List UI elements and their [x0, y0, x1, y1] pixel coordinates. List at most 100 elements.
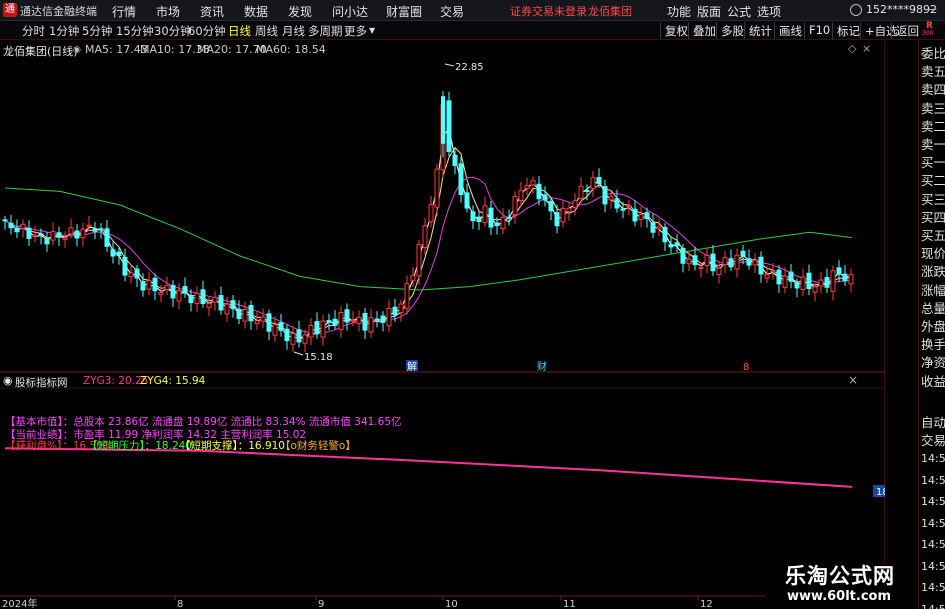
restore-rights-button[interactable]: 复权 [660, 22, 691, 39]
period-tab-more[interactable]: 更多 [344, 23, 367, 39]
menu-item-function[interactable]: 功能 [667, 3, 691, 20]
period-tab-5min[interactable]: 5分钟 [82, 23, 112, 39]
app-logo-icon: 通 [3, 3, 17, 17]
menu-item-data[interactable]: 数据 [244, 3, 268, 20]
event-marker-unlock[interactable]: 解 [407, 360, 417, 373]
candle-up [770, 270, 776, 273]
candle-up [764, 274, 770, 279]
quote-item-8[interactable]: 买三 [921, 189, 945, 208]
quote-item-13[interactable]: 涨幅 [921, 280, 945, 299]
candle-down [110, 249, 116, 257]
candle-down [332, 318, 338, 326]
quote-item-11[interactable]: 现价 [921, 243, 945, 262]
menu-item-news[interactable]: 资讯 [200, 3, 224, 20]
overlay-button[interactable]: 叠加 [688, 22, 719, 39]
menu-item-layout[interactable]: 版面 [697, 3, 721, 20]
back-button[interactable]: 返回 [891, 22, 922, 39]
quote-item-20[interactable]: 交易 [921, 430, 945, 449]
statistics-button[interactable]: 统计 [744, 22, 775, 39]
chart-close-icon[interactable]: × [862, 42, 871, 55]
kline-chart[interactable]: 22.0021.0020.0019.0018.0017.0016.00 23.0… [0, 40, 885, 609]
ma60-legend: MA60: 18.54 [256, 43, 326, 56]
quote-item-12[interactable]: 涨跌 [921, 261, 945, 280]
quote-item-0[interactable]: 委比 [921, 43, 945, 62]
candle-down [441, 96, 445, 144]
mark-button[interactable]: 标记 [832, 22, 863, 39]
quote-item-10[interactable]: 买五 [921, 225, 945, 244]
candle-up [338, 311, 344, 330]
quote-item-1[interactable]: 卖五 [921, 61, 945, 80]
info-short-support: 【短期支撑】：16.910 [180, 440, 285, 452]
multi-stock-button[interactable]: 多股 [716, 22, 747, 39]
quote-item-17[interactable]: 净资 [921, 352, 945, 371]
chart-settings-icon[interactable]: ◇ [848, 42, 856, 55]
candle-up [716, 267, 722, 276]
quote-item-6[interactable]: 买一 [921, 152, 945, 171]
candle-up [500, 216, 506, 230]
candle-down [842, 273, 848, 282]
current-value-label: 18.75 [876, 487, 885, 498]
quote-item-14[interactable]: 总量 [921, 298, 945, 317]
trade-time-6: 14:5 [921, 581, 945, 594]
quote-item-19[interactable]: 自动 [921, 412, 945, 431]
period-tab-intraday[interactable]: 分时 [22, 23, 45, 39]
period-tab-30min[interactable]: 30分钟 [154, 23, 192, 39]
candle-up [290, 333, 296, 345]
minimize-icon[interactable]: — [925, 2, 937, 16]
candle-down [542, 194, 548, 201]
candle-down [668, 244, 674, 248]
stock-link[interactable]: 龙佰集团 [588, 3, 632, 19]
legend-toggle-icon[interactable]: ◉ [73, 45, 81, 55]
user-icon[interactable] [850, 4, 862, 16]
indicator-toggle-icon[interactable]: ◉ [3, 374, 13, 387]
candle-down [380, 315, 386, 323]
period-tab-multi[interactable]: 多周期 [308, 23, 343, 39]
quote-item-4[interactable]: 卖二 [921, 116, 945, 135]
menu-item-discover[interactable]: 发现 [288, 3, 312, 20]
quote-item-18[interactable]: 收益 [921, 371, 945, 390]
menu-item-formula[interactable]: 公式 [727, 3, 751, 20]
candle-down [26, 227, 32, 239]
menu-item-market[interactable]: 市场 [156, 3, 180, 20]
menu-item-ask[interactable]: 问小达 [332, 3, 368, 20]
f10-button[interactable]: F10 [804, 22, 833, 39]
indicator-close-icon[interactable]: × [848, 373, 858, 387]
candle-down [476, 216, 482, 223]
candle-down [710, 253, 716, 272]
candle-down [470, 211, 476, 222]
period-tab-60min[interactable]: 60分钟 [188, 23, 226, 39]
candle-down [602, 186, 608, 205]
candle-up [578, 185, 584, 199]
moving-average-lines [4, 126, 853, 340]
indicator-title[interactable]: 股标指标网 [15, 375, 68, 390]
candle-up [812, 286, 818, 293]
quote-item-3[interactable]: 卖三 [921, 98, 945, 117]
candle-down [116, 251, 122, 257]
candle-up [146, 280, 152, 290]
menu-item-options[interactable]: 选项 [757, 3, 781, 20]
quote-item-16[interactable]: 换手 [921, 334, 945, 353]
candle-down [266, 313, 272, 332]
period-tab-1min[interactable]: 1分钟 [49, 23, 79, 39]
candle-up [782, 275, 788, 288]
quote-item-2[interactable]: 卖四 [921, 79, 945, 98]
menu-item-wealth[interactable]: 财富圈 [386, 3, 422, 20]
event-marker-8[interactable]: 8 [743, 362, 749, 373]
period-tab-15min[interactable]: 15分钟 [116, 23, 154, 39]
quote-item-7[interactable]: 买二 [921, 170, 945, 189]
candle-down [548, 200, 554, 212]
quote-item-15[interactable]: 外盘 [921, 316, 945, 335]
candle-down [644, 212, 650, 220]
event-marker-financial[interactable]: 财 [537, 360, 547, 373]
menu-item-quotes[interactable]: 行情 [112, 3, 136, 20]
menu-item-trade[interactable]: 交易 [440, 3, 464, 20]
candle-up [86, 224, 92, 227]
trade-login-notice[interactable]: 证券交易未登录 [510, 3, 587, 19]
more-dropdown-icon[interactable]: ▼ [369, 26, 375, 35]
draw-line-button[interactable]: 画线 [774, 22, 805, 39]
quote-item-9[interactable]: 买四 [921, 207, 945, 226]
period-tab-monthly[interactable]: 月线 [282, 23, 305, 39]
quote-item-5[interactable]: 卖一 [921, 134, 945, 153]
period-tab-daily[interactable]: 日线 [228, 23, 251, 39]
period-tab-weekly[interactable]: 周线 [255, 23, 278, 39]
